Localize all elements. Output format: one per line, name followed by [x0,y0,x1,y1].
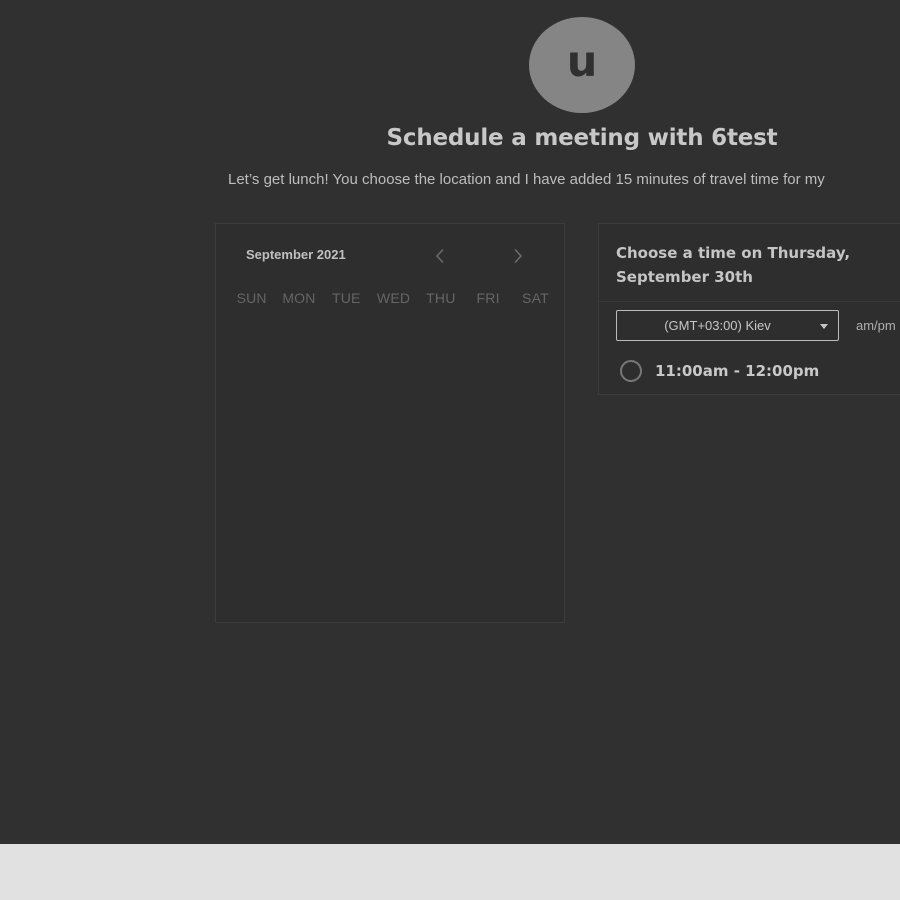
weekday-mon: MON [282,290,316,306]
weekday-tue: TUE [331,290,361,306]
weekday-sun: SUN [236,290,267,306]
timezone-value: (GMT+03:00) Kiev [664,318,771,333]
avatar-initial: u [566,36,598,87]
chevron-left-icon [436,249,444,263]
previous-month-button[interactable] [428,244,452,268]
time-format-toggle[interactable]: am/pm [856,318,896,333]
time-slot-label: 11:00am - 12:00pm [655,362,820,380]
calendar-card: September 2021 SUN MON TUE WED THU FRI S… [215,223,565,623]
scheduling-page: u Schedule a meeting with 6test Let’s ge… [0,0,900,844]
avatar: u [529,17,635,113]
weekday-fri: FRI [476,290,500,306]
month-label: September 2021 [246,247,346,262]
time-picker-heading: Choose a time on Thursday, September 30t… [616,244,851,286]
weekday-sat: SAT [522,290,549,306]
page-description: Let’s get lunch! You choose the location… [228,171,825,188]
time-picker-divider [599,301,900,302]
weekday-thu: THU [426,290,456,306]
next-month-button[interactable] [506,244,530,268]
radio-circle-icon[interactable] [620,360,642,382]
page-title: Schedule a meeting with 6test [386,125,778,151]
chevron-right-icon [514,249,522,263]
weekday-wed: WED [376,290,411,306]
weekday-header: SUN MON TUE WED THU FRI SAT [228,290,558,306]
timezone-select[interactable]: (GMT+03:00) Kiev [616,310,839,341]
time-slot-option[interactable]: 11:00am - 12:00pm [620,358,819,384]
time-picker-card: Choose a time on Thursday, September 30t… [598,223,900,395]
caret-down-icon [820,324,828,329]
